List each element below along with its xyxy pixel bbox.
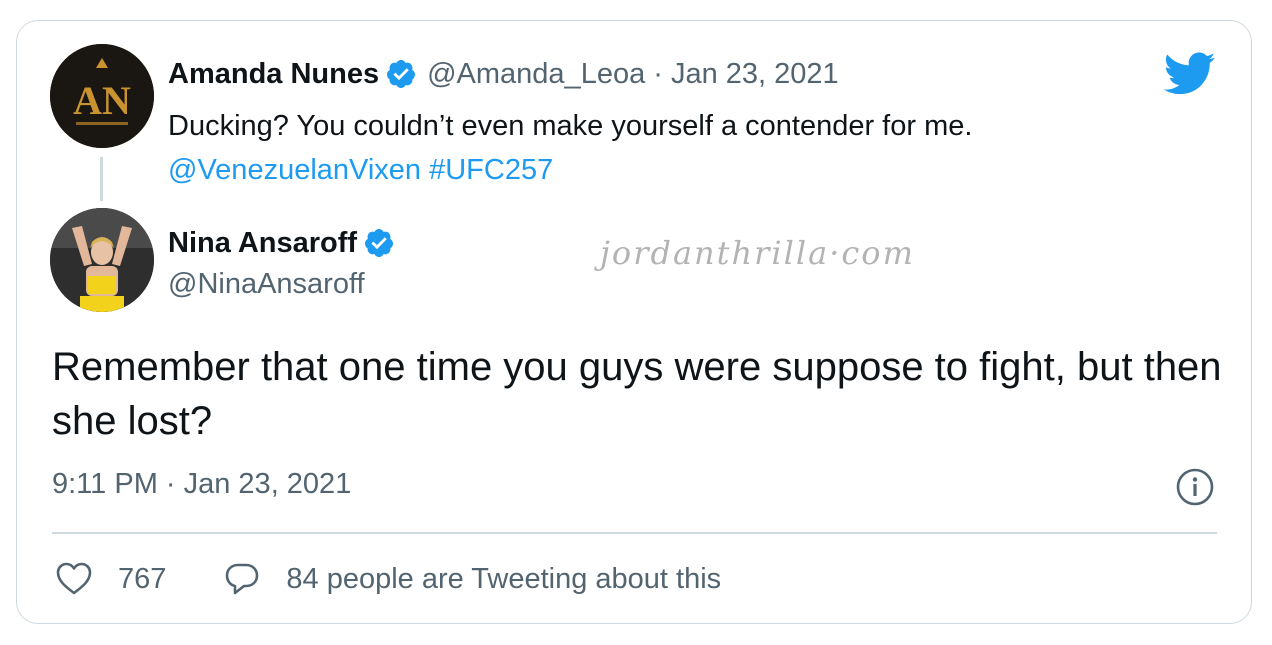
tweet-actions-bar: 767 84 people are Tweeting about this	[52, 556, 721, 602]
conversation-label: 84 people are Tweeting about this	[286, 562, 722, 595]
info-icon[interactable]	[1175, 467, 1215, 507]
likes-count: 767	[118, 562, 167, 595]
nina-photo-icon	[50, 208, 154, 312]
tweet-timestamp[interactable]: 9:11 PM · Jan 23, 2021	[52, 468, 351, 501]
reply-tweet-text: Remember that one time you guys were sup…	[52, 345, 1222, 443]
watermark: jordanthrilla·com	[600, 234, 915, 272]
twitter-bird-icon[interactable]	[1164, 52, 1216, 96]
like-button[interactable]: 767	[52, 557, 166, 601]
parent-tweet-tags: @VenezuelanVixen #UFC257	[168, 148, 1148, 192]
parent-author-row: Amanda Nunes @Amanda_Leoa · Jan 23, 2021	[168, 56, 839, 92]
parent-author-name[interactable]: Amanda Nunes	[168, 58, 379, 91]
svg-text:AN: AN	[73, 78, 131, 123]
reply-author-row: Nina Ansaroff	[168, 224, 395, 262]
verified-badge-icon	[365, 229, 394, 257]
verified-badge-icon	[387, 60, 416, 88]
parent-tweet-text-block: Ducking? You couldn’t even make yourself…	[168, 104, 1148, 192]
heart-icon	[56, 562, 92, 595]
reply-author-name[interactable]: Nina Ansaroff	[168, 227, 357, 260]
mention-link[interactable]: @VenezuelanVixen	[168, 154, 421, 186]
avatar-amanda-nunes[interactable]: AN	[50, 44, 154, 148]
divider	[52, 532, 1217, 534]
speech-bubble-icon	[226, 563, 259, 595]
conversation-button[interactable]: 84 people are Tweeting about this	[220, 557, 721, 601]
amanda-logo-icon: AN	[50, 44, 154, 148]
thread-connector-line	[100, 157, 103, 201]
parent-handle-and-date[interactable]: @Amanda_Leoa · Jan 23, 2021	[427, 58, 839, 91]
avatar-nina-ansaroff[interactable]	[50, 208, 154, 312]
reply-author-handle[interactable]: @NinaAnsaroff	[168, 268, 365, 301]
parent-tweet-text: Ducking? You couldn’t even make yourself…	[168, 110, 973, 142]
hashtag-link[interactable]: #UFC257	[429, 154, 553, 186]
